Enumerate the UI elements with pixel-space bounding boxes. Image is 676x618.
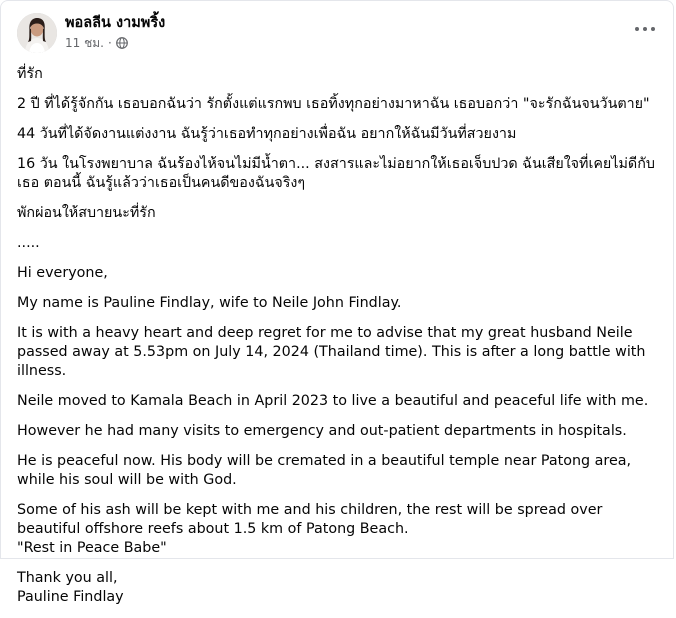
author-name[interactable]: พอลลีน งามพริ้ง (65, 14, 165, 33)
post-paragraph: พักผ่อนให้สบายนะที่รัก (17, 205, 156, 221)
post-paragraph: It is with a heavy heart and deep regret… (17, 325, 646, 379)
post-paragraph: ..... (17, 235, 40, 251)
post-content: ที่รัก 2 ปี ที่ได้รู้จักกัน เธอบอกฉันว่า… (17, 65, 657, 618)
post-paragraph: My name is Pauline Findlay, wife to Neil… (17, 295, 402, 311)
facebook-post: พอลลีน งามพริ้ง 11 ชม. · ที่รัก 2 ปี ที่… (0, 0, 674, 605)
post-paragraph: He is peaceful now. His body will be cre… (17, 453, 632, 488)
post-paragraph: However he had many visits to emergency … (17, 423, 627, 439)
meta-separator: · (107, 36, 112, 50)
post-paragraph: 2 ปี ที่ได้รู้จักกัน เธอบอกฉันว่า รักตั้… (17, 96, 650, 112)
more-dot (651, 27, 655, 31)
avatar[interactable] (17, 13, 57, 53)
post-paragraph: Hi everyone, (17, 265, 108, 281)
post-paragraph: 16 วัน ในโรงพยาบาล ฉันร้องไห้จนไม่มีน้ำต… (17, 156, 655, 191)
profile-photo (17, 13, 57, 53)
post-paragraph: 44 วันที่ได้จัดงานแต่งงาน ฉันรู้ว่าเธอทำ… (17, 126, 517, 142)
post-header: พอลลีน งามพริ้ง 11 ชม. · (17, 13, 165, 53)
post-paragraph: Thank you all, (17, 570, 118, 586)
author-block: พอลลีน งามพริ้ง 11 ชม. · (65, 13, 165, 51)
more-options-button[interactable] (635, 21, 655, 37)
globe-icon (115, 37, 128, 49)
post-paragraph: Pauline Findlay (17, 589, 124, 605)
post-meta: 11 ชม. · (65, 35, 165, 51)
post-paragraph: Some of his ash will be kept with me and… (17, 502, 603, 537)
post-paragraph: ที่รัก (17, 66, 43, 82)
post-paragraph: Neile moved to Kamala Beach in April 202… (17, 393, 649, 409)
post-time[interactable]: 11 ชม. (65, 35, 104, 51)
more-dot (643, 27, 647, 31)
post-paragraph: "Rest in Peace Babe" (17, 540, 167, 556)
more-horizontal-icon (635, 27, 639, 31)
